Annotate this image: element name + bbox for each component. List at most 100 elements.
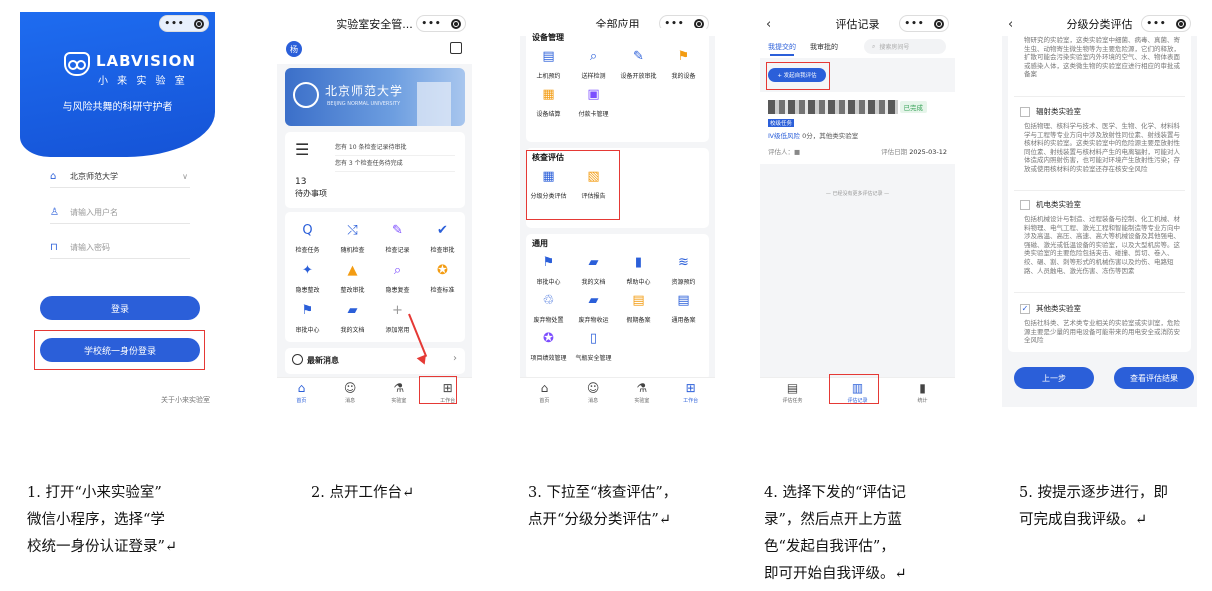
tab-bar: ⌂ 首页 ☺ 消息 ⚗ 实验室 ⊞ 工作台 [520,377,715,407]
mini-program-capsule[interactable]: ••• [899,15,949,32]
option-mechanical-lab[interactable]: 机电类实验室 [1020,199,1081,210]
grid-item[interactable]: ✔ 检查审批 [420,220,465,255]
option-radiation-lab[interactable]: 辐射类实验室 [1020,106,1081,117]
checkbox-icon[interactable]: ✓ [1020,303,1030,314]
tab-workbench[interactable]: ⊞ 工作台 [666,378,715,407]
back-icon[interactable]: ‹ [1008,17,1013,32]
app-label: 整改审批 [340,287,365,294]
risk-summary: Ⅳ级低风险 0分，其他类实验室 [768,130,858,140]
todo-line[interactable]: 您有 3 个检查任务待完成 [335,158,455,172]
section-device-management: 设备管理 ▤ 上机预约 ⌕ 送样检测 ✎ 设备开放审批 ⚑ 我的设备 ▦ 设备结算 ▣ 付款卡管理 [526,28,709,142]
previous-step-button[interactable]: 上一步 [1014,367,1094,389]
tab-assessment-tasks[interactable]: ▤ 评估任务 [760,378,825,407]
flask-icon: ⚗ [636,380,648,395]
option-other-lab[interactable]: ✓ 其他类实验室 [1020,303,1081,314]
mini-program-capsule[interactable]: ••• [1141,15,1191,32]
app-icon: ⚑ [301,302,314,318]
view-result-button[interactable]: 查看评估结果 [1114,367,1194,389]
grid-item[interactable]: ▰ 我的文档 [330,300,375,335]
mini-program-capsule[interactable]: ••• [416,15,466,32]
option-description: 包括社科类、艺术类专业相关的实验室或实训室，危险源主要是少量的用电设备可能带来的… [1024,319,1180,345]
step-caption-3: 3. 下拉至“核查评估”， 点开“分级分类评估”↵ [528,480,677,534]
app-item[interactable]: ▤ 上机预约 [526,46,571,81]
caption-line: 微信小程序，选择“学 [27,512,165,528]
app-item[interactable]: ▤ 通用备案 [661,290,706,325]
more-icon[interactable]: ••• [421,19,441,29]
close-icon[interactable] [693,18,704,29]
tab-reviewed[interactable]: 我审批的 [810,42,838,52]
close-icon[interactable] [1175,18,1186,29]
app-item[interactable]: ▤ 假期备案 [616,290,661,325]
checkbox-icon[interactable] [1020,199,1030,210]
search-input[interactable]: ⌕ 搜索房间号 [864,39,946,54]
app-icon: ⚑ [677,48,690,64]
username-field[interactable]: ♙ 请输入用户名 [50,202,190,224]
caption-line: 点开“分级分类评估”↵ [528,512,671,528]
mini-program-capsule[interactable]: ••• [159,15,209,32]
app-item[interactable]: ⚑ 审批中心 [526,252,571,287]
app-item[interactable]: ♲ 废弃物处置 [526,290,571,325]
login-button[interactable]: 登录 [40,296,200,320]
step-caption-2: 2. 点开工作台↵ [311,480,414,507]
tab-statistics[interactable]: ▮ 统计 [890,378,955,407]
record-card[interactable]: 已完成 校级任务 Ⅳ级低风险 0分，其他类实验室 评估人：■ 评估日期 2025… [760,92,955,164]
more-icon[interactable]: ••• [164,19,184,29]
message-icon [292,354,303,365]
app-item[interactable]: ▯ 气瓶安全管理 [571,328,616,363]
grid-item[interactable]: Q 检查任务 [285,220,330,255]
app-item[interactable]: ▣ 付款卡管理 [571,84,616,119]
news-card[interactable]: 最新消息 › [285,348,465,374]
tab-home[interactable]: ⌂ 首页 [520,378,569,407]
app-item[interactable]: ✪ 项目绩效管理 [526,328,571,363]
about-link[interactable]: 关于小来实验室 [161,395,210,405]
app-label: 我的文档 [581,279,606,286]
checkbox-icon[interactable] [1020,106,1030,117]
grid-item[interactable]: ⤭ 随机检查 [330,220,375,255]
app-label: 我的文档 [340,327,365,334]
grid-item[interactable]: ✎ 检查记录 [375,220,420,255]
school-select[interactable]: ⌂ 北京师范大学 ∨ [50,166,190,188]
close-icon[interactable] [450,18,461,29]
grid-item[interactable]: ✪ 检查标准 [420,260,465,295]
tab-lab[interactable]: ⚗ 实验室 [375,378,424,407]
avatar[interactable]: 杨 [286,41,302,57]
university-name: 北京师范大学 [325,84,404,98]
page-title: 实验室安全管... [336,18,413,31]
app-icon: ✔ [437,222,448,238]
search-icon: ⌕ [872,42,876,50]
section-general: 通用 ⚑ 审批中心 ▰ 我的文档 ▮ 帮助中心 ≋ 资源预约 ♲ 废弃物处置 ▰ 废弃物收运 ▤ 假期备案… [526,234,709,380]
tab-submitted[interactable]: 我提交的 [768,42,796,52]
record-meta: 评估人：■ 评估日期 2025-03-12 [768,146,947,156]
app-item[interactable]: ▰ 我的文档 [571,252,616,287]
more-icon[interactable]: ••• [1146,19,1166,29]
grid-item[interactable]: ▲ 整改审批 [330,260,375,295]
app-item[interactable]: ⌕ 送样检测 [571,46,616,81]
app-item[interactable]: ▮ 帮助中心 [616,252,661,287]
app-item[interactable]: ≋ 资源预约 [661,252,706,287]
password-field[interactable]: ⊓ 请输入密码 [50,237,190,259]
tab-lab[interactable]: ⚗ 实验室 [618,378,667,407]
grid-icon: ⊞ [685,380,696,395]
grid-item[interactable]: ⌕ 隐患复查 [375,260,420,295]
app-item[interactable]: ⚑ 我的设备 [661,46,706,81]
close-icon[interactable] [193,18,204,29]
todo-line[interactable]: 您有 10 条检查记录待审批 [335,142,455,156]
tab-home[interactable]: ⌂ 首页 [277,378,326,407]
caption-line: 4. 选择下发的“评估记 [764,485,906,501]
tab-label: 首页 [539,397,550,404]
grid-item[interactable]: ⚑ 审批中心 [285,300,330,335]
app-item[interactable]: ▦ 设备结算 [526,84,571,119]
app-item[interactable]: ▰ 废弃物收运 [571,290,616,325]
app-label: 隐患整改 [295,287,320,294]
more-icon[interactable]: ••• [664,19,684,29]
scan-icon[interactable] [450,42,462,54]
todo-card[interactable]: ☰ 您有 10 条检查记录待审批 您有 3 个检查任务待完成 13 待办事项 [285,132,465,208]
app-item[interactable]: ✎ 设备开放审批 [616,46,661,81]
grid-item[interactable]: ✦ 隐患整改 [285,260,330,295]
tab-messages[interactable]: ☺ 消息 [569,378,618,407]
more-icon[interactable]: ••• [904,19,924,29]
tab-messages[interactable]: ☺ 消息 [326,378,375,407]
back-icon[interactable]: ‹ [766,17,771,32]
close-icon[interactable] [933,18,944,29]
app-icon: ▮ [634,254,643,270]
